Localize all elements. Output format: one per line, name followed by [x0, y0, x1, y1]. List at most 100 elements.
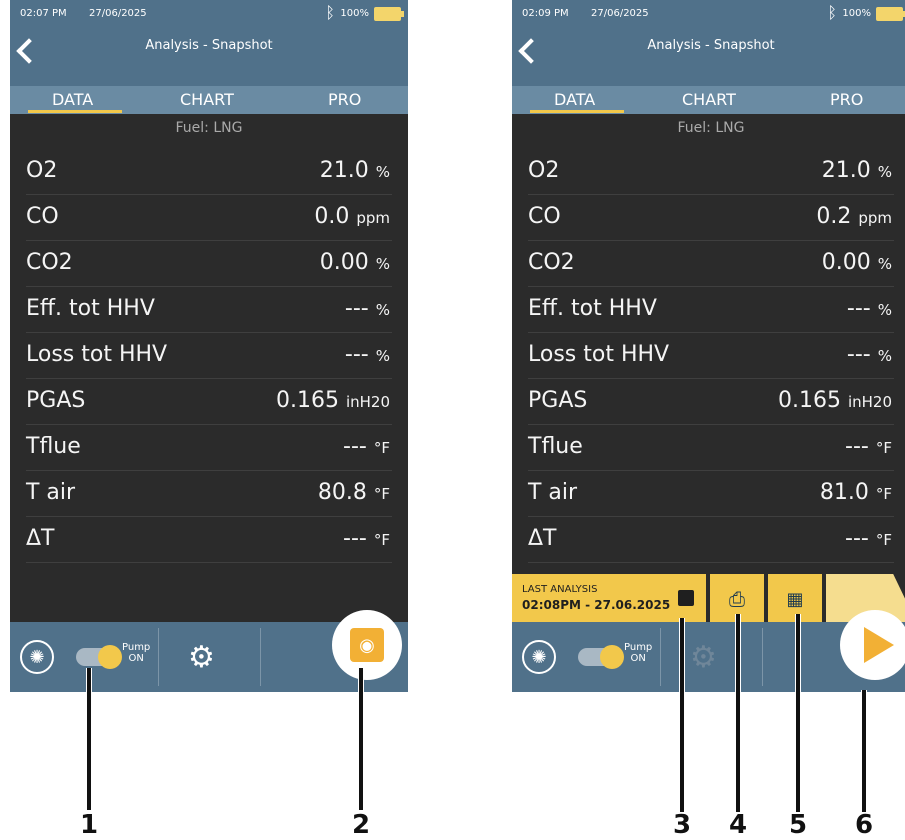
measurement-value: --- °F — [845, 434, 892, 459]
battery-icon — [374, 7, 404, 21]
measurement-value: 0.2 ppm — [816, 204, 892, 229]
measurement-label: CO — [528, 204, 561, 229]
status-time: 02:09 PM — [522, 8, 569, 19]
bottom-toolbar: ✺ Pump ON ⚙ ◉ — [10, 610, 408, 692]
measurement-label: Tflue — [26, 434, 81, 459]
divider — [158, 628, 159, 686]
measurement-row: ΔT --- °F — [528, 518, 894, 563]
snapshot-button[interactable]: ◉ — [332, 610, 402, 680]
pump-toggle[interactable] — [76, 645, 122, 669]
measurement-value: 0.00 % — [821, 250, 892, 275]
measurement-label: Loss tot HHV — [26, 342, 168, 367]
measurement-value: --- °F — [845, 526, 892, 551]
measurement-row: CO2 0.00 % — [26, 242, 392, 287]
battery-percent: 100% — [842, 8, 871, 19]
battery-percent: 100% — [340, 8, 369, 19]
measurement-row: Tflue --- °F — [528, 426, 894, 471]
status-date: 27/06/2025 — [89, 8, 147, 19]
pump-icon: ✺ — [522, 640, 556, 674]
callout-line — [86, 668, 92, 810]
callout-line — [861, 690, 867, 812]
measurement-row: T air 81.0 °F — [528, 472, 894, 517]
measurement-label: Tflue — [528, 434, 583, 459]
active-tab-indicator — [28, 110, 122, 113]
callout-line — [795, 614, 801, 812]
measurement-row: Eff. tot HHV --- % — [26, 288, 392, 333]
measurement-value: 0.165 inH20 — [275, 388, 390, 413]
gear-probe-icon[interactable]: ⚙ — [188, 640, 215, 675]
measurement-label: O2 — [26, 158, 58, 183]
page-title: Analysis - Snapshot — [647, 38, 775, 53]
last-analysis-value: 02:08PM - 27.06.2025 — [522, 598, 671, 612]
measurement-value: 80.8 °F — [317, 480, 390, 505]
measurement-value: --- % — [846, 296, 892, 321]
tab-chart[interactable]: CHART — [180, 90, 234, 109]
measurement-row: PGAS 0.165 inH20 — [26, 380, 392, 425]
measurement-label: Loss tot HHV — [528, 342, 670, 367]
measurement-label: T air — [26, 480, 76, 505]
measurement-value: 0.00 % — [319, 250, 390, 275]
measurement-row: O2 21.0 % — [528, 150, 894, 195]
tab-data[interactable]: DATA — [554, 90, 595, 109]
right-screen: 02:09 PM 27/06/2025 ᛒ 100% Analysis - Sn… — [512, 0, 905, 692]
measurement-row: PGAS 0.165 inH20 — [528, 380, 894, 425]
bluetooth-icon: ᛒ — [325, 3, 335, 22]
tab-bar: DATA CHART PRO — [512, 86, 905, 114]
callout-number: 3 — [673, 810, 692, 840]
bluetooth-icon: ᛒ — [827, 3, 837, 22]
measurement-value: --- % — [344, 342, 390, 367]
tab-data[interactable]: DATA — [52, 90, 93, 109]
measurement-label: Eff. tot HHV — [528, 296, 657, 321]
measurement-value: --- °F — [343, 434, 390, 459]
tab-chart[interactable]: CHART — [682, 90, 736, 109]
status-bar: 02:07 PM 27/06/2025 ᛒ 100% Analysis - Sn… — [10, 0, 408, 86]
fuel-label: Fuel: LNG — [175, 120, 243, 136]
measurement-row: T air 80.8 °F — [26, 472, 392, 517]
save-icon[interactable] — [678, 590, 694, 606]
measurement-label: ΔT — [528, 526, 557, 551]
gear-probe-icon: ⚙ — [690, 640, 717, 675]
measurement-value: 81.0 °F — [819, 480, 892, 505]
measurement-row: CO2 0.00 % — [528, 242, 894, 287]
status-date: 27/06/2025 — [591, 8, 649, 19]
battery-icon — [876, 7, 905, 21]
measurement-value: --- % — [846, 342, 892, 367]
measurement-row: Loss tot HHV --- % — [26, 334, 392, 379]
divider — [762, 628, 763, 686]
left-screen: 02:07 PM 27/06/2025 ᛒ 100% Analysis - Sn… — [10, 0, 408, 692]
measurement-row: CO 0.0 ppm — [26, 196, 392, 241]
callout-number: 5 — [789, 810, 808, 840]
measurement-label: ΔT — [26, 526, 55, 551]
measurement-row: Loss tot HHV --- % — [528, 334, 894, 379]
play-icon — [864, 627, 894, 663]
toggle-knob — [98, 645, 122, 669]
measurement-label: PGAS — [528, 388, 588, 413]
printer-icon: ⎙ — [729, 587, 745, 611]
tab-pro[interactable]: PRO — [328, 90, 361, 109]
measurement-label: Eff. tot HHV — [26, 296, 155, 321]
callout-line — [735, 614, 741, 812]
pump-status-label: Pump ON — [624, 642, 653, 664]
pump-toggle[interactable] — [578, 645, 624, 669]
last-analysis-panel: LAST ANALYSIS 02:08PM - 27.06.2025 — [512, 574, 706, 624]
measurement-label: T air — [528, 480, 578, 505]
measurement-row: Tflue --- °F — [26, 426, 392, 471]
callout-number: 6 — [855, 810, 874, 840]
divider — [660, 628, 661, 686]
measurement-value: 0.165 inH20 — [777, 388, 892, 413]
measurement-value: --- °F — [343, 526, 390, 551]
measurement-label: CO2 — [26, 250, 73, 275]
qr-code-icon: ▦ — [786, 588, 804, 610]
tab-pro[interactable]: PRO — [830, 90, 863, 109]
callout-number: 2 — [352, 810, 371, 840]
pump-status-label: Pump ON — [122, 642, 151, 664]
measurement-row: ΔT --- °F — [26, 518, 392, 563]
camera-icon: ◉ — [350, 628, 384, 662]
divider — [260, 628, 261, 686]
status-time: 02:07 PM — [20, 8, 67, 19]
measurement-row: CO 0.2 ppm — [528, 196, 894, 241]
bottom-toolbar: ✺ Pump ON ⚙ — [512, 610, 905, 692]
measurement-label: PGAS — [26, 388, 86, 413]
start-analysis-button[interactable] — [840, 610, 905, 680]
callout-line — [679, 618, 685, 812]
